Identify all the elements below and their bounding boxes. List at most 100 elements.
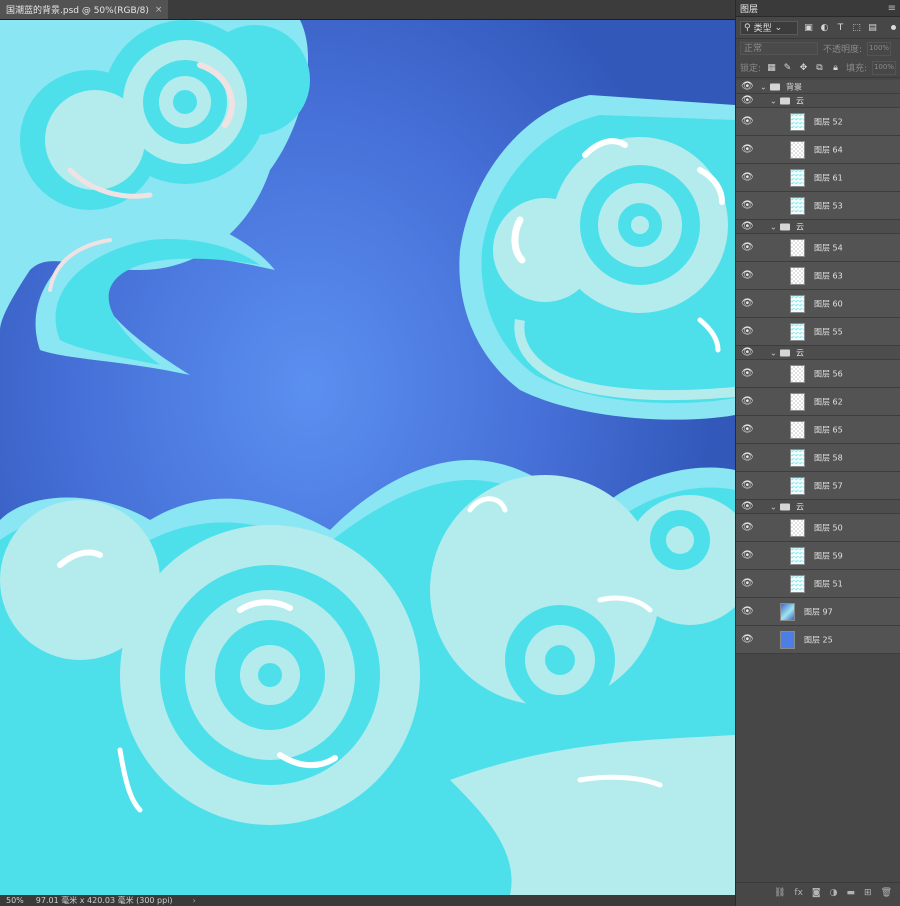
visibility-eye-icon[interactable]: 👁︎: [741, 200, 754, 211]
layer-thumbnail: [790, 392, 805, 411]
visibility-eye-icon[interactable]: 👁︎: [741, 172, 754, 183]
visibility-eye-icon[interactable]: 👁︎: [741, 452, 754, 463]
layer-row[interactable]: 👁︎ 图层 65: [736, 416, 900, 444]
visibility-eye-icon[interactable]: 👁︎: [741, 298, 754, 309]
layer-group-row[interactable]: 👁︎ ⌄ 云: [736, 500, 900, 514]
visibility-eye-icon[interactable]: 👁︎: [741, 368, 754, 379]
visibility-eye-icon[interactable]: 👁︎: [741, 326, 754, 337]
layer-thumbnail: [790, 196, 805, 215]
lock-transparent-icon[interactable]: ▦: [766, 63, 777, 73]
trash-icon[interactable]: 🗑︎: [881, 888, 892, 898]
layer-thumbnail: [790, 420, 805, 439]
close-icon[interactable]: ×: [155, 5, 163, 15]
layer-row[interactable]: 👁︎ 图层 54: [736, 234, 900, 262]
filter-pixel-icon[interactable]: ▣: [803, 23, 814, 33]
visibility-eye-icon[interactable]: 👁︎: [741, 424, 754, 435]
chevron-down-icon[interactable]: ⌄: [760, 82, 767, 91]
canvas[interactable]: [0, 20, 735, 895]
visibility-eye-icon[interactable]: 👁︎: [741, 634, 754, 645]
visibility-eye-icon[interactable]: 👁︎: [741, 501, 754, 512]
layer-row[interactable]: 👁︎ 图层 52: [736, 108, 900, 136]
lock-all-icon[interactable]: 🔒︎: [830, 63, 841, 73]
link-layers-icon[interactable]: ⛓: [774, 888, 785, 898]
visibility-eye-icon[interactable]: 👁︎: [741, 522, 754, 533]
layer-name: 图层 59: [814, 551, 843, 560]
visibility-eye-icon[interactable]: 👁︎: [741, 396, 754, 407]
folder-icon: [780, 349, 790, 356]
lock-move-icon[interactable]: ✥: [798, 63, 809, 73]
layer-group-row[interactable]: 👁︎ ⌄ 云: [736, 94, 900, 108]
layer-row[interactable]: 👁︎ 图层 50: [736, 514, 900, 542]
chevron-down-icon: ⌄: [774, 22, 783, 33]
layer-list: 👁︎ ⌄ 背景 👁︎ ⌄ 云 👁︎ 图层 52 👁︎ 图层 64 👁︎ 图层 61 👁︎ 图层 53 👁︎ ⌄…: [736, 80, 900, 654]
visibility-eye-icon[interactable]: 👁︎: [741, 116, 754, 127]
layer-name: 图层 62: [814, 397, 843, 406]
lock-artboard-icon[interactable]: ⧉: [814, 63, 825, 73]
lock-paint-icon[interactable]: ✎: [782, 63, 793, 73]
layer-name: 图层 65: [814, 425, 843, 434]
chevron-down-icon[interactable]: ⌄: [770, 222, 777, 231]
filter-toggle[interactable]: [891, 25, 896, 30]
filter-shape-icon[interactable]: ⬚: [851, 23, 862, 33]
layer-row[interactable]: 👁︎ 图层 60: [736, 290, 900, 318]
filter-adjustment-icon[interactable]: ◐: [819, 23, 830, 33]
opacity-field[interactable]: 100%: [867, 41, 892, 56]
folder-icon: [780, 503, 790, 510]
layer-group-row[interactable]: 👁︎ ⌄ 背景: [736, 80, 900, 94]
layer-row[interactable]: 👁︎ 图层 55: [736, 318, 900, 346]
layer-name: 云: [796, 348, 804, 357]
visibility-eye-icon[interactable]: 👁︎: [741, 480, 754, 491]
visibility-eye-icon[interactable]: 👁︎: [741, 550, 754, 561]
chevron-down-icon[interactable]: ⌄: [770, 348, 777, 357]
layer-thumbnail: [780, 602, 795, 621]
layer-row[interactable]: 👁︎ 图层 59: [736, 542, 900, 570]
search-icon: ⚲: [744, 22, 751, 33]
layer-group-row[interactable]: 👁︎ ⌄ 云: [736, 346, 900, 360]
status-more-icon[interactable]: ›: [193, 896, 196, 905]
chevron-down-icon[interactable]: ⌄: [770, 96, 777, 105]
layer-row[interactable]: 👁︎ 图层 63: [736, 262, 900, 290]
adjustment-layer-icon[interactable]: ◑: [830, 888, 838, 898]
layer-row[interactable]: 👁︎ 图层 58: [736, 444, 900, 472]
fill-field[interactable]: 100%: [871, 60, 896, 75]
fx-icon[interactable]: fx: [794, 888, 803, 898]
new-layer-icon[interactable]: ⊞: [864, 888, 872, 898]
visibility-eye-icon[interactable]: 👁︎: [741, 242, 754, 253]
filter-smart-object-icon[interactable]: ▤: [867, 23, 878, 33]
visibility-eye-icon[interactable]: 👁︎: [741, 270, 754, 281]
visibility-eye-icon[interactable]: 👁︎: [741, 606, 754, 617]
layer-row[interactable]: 👁︎ 图层 53: [736, 192, 900, 220]
visibility-eye-icon[interactable]: 👁︎: [741, 95, 754, 106]
tab-layers[interactable]: 图层: [740, 2, 758, 15]
layers-panel: 图层 ≡ ⚲ 类型 ⌄ ▣ ◐ T ⬚ ▤ 正常 不透明度: 100% 锁定: …: [735, 0, 900, 906]
visibility-eye-icon[interactable]: 👁︎: [741, 144, 754, 155]
add-mask-icon[interactable]: ◙: [812, 888, 821, 898]
layer-row[interactable]: 👁︎ 图层 57: [736, 472, 900, 500]
layer-row[interactable]: 👁︎ 图层 97: [736, 598, 900, 626]
layer-row[interactable]: 👁︎ 图层 64: [736, 136, 900, 164]
layer-thumbnail: [790, 140, 805, 159]
panel-menu-icon[interactable]: ≡: [888, 3, 896, 14]
visibility-eye-icon[interactable]: 👁︎: [741, 81, 754, 92]
chevron-down-icon[interactable]: ⌄: [770, 502, 777, 511]
layer-row[interactable]: 👁︎ 图层 51: [736, 570, 900, 598]
filter-kind-label: 类型: [753, 24, 772, 34]
blend-mode-select[interactable]: 正常: [740, 42, 818, 55]
layer-row[interactable]: 👁︎ 图层 61: [736, 164, 900, 192]
layer-group-row[interactable]: 👁︎ ⌄ 云: [736, 220, 900, 234]
layer-name: 云: [796, 502, 804, 511]
layer-row[interactable]: 👁︎ 图层 25: [736, 626, 900, 654]
panel-header: 图层 ≡: [736, 0, 900, 17]
filter-kind-select[interactable]: ⚲ 类型 ⌄: [740, 20, 798, 35]
layer-row[interactable]: 👁︎ 图层 56: [736, 360, 900, 388]
visibility-eye-icon[interactable]: 👁︎: [741, 221, 754, 232]
visibility-eye-icon[interactable]: 👁︎: [741, 347, 754, 358]
filter-type-icon[interactable]: T: [835, 23, 846, 33]
layer-thumbnail: [790, 364, 805, 383]
zoom-level[interactable]: 50%: [6, 896, 24, 905]
layer-thumbnail: [790, 322, 805, 341]
visibility-eye-icon[interactable]: 👁︎: [741, 578, 754, 589]
layer-row[interactable]: 👁︎ 图层 62: [736, 388, 900, 416]
new-group-icon[interactable]: ▬: [847, 888, 856, 898]
document-tab[interactable]: 国潮蓝的背景.psd @ 50%(RGB/8) ×: [0, 0, 169, 19]
